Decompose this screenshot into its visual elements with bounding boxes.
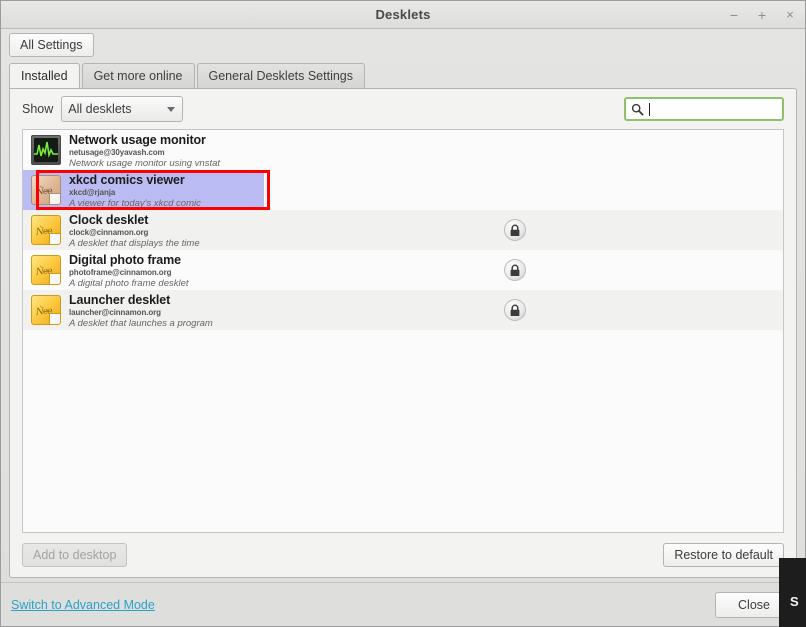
list-item-name: Launcher desklet — [69, 292, 171, 307]
search-box[interactable] — [624, 97, 784, 121]
list-item-text: xkcd comics viewer xkcd@rjanja A viewer … — [69, 172, 773, 209]
list-item-description: A digital photo frame desklet — [69, 277, 189, 289]
list-item-name: Digital photo frame — [69, 252, 181, 267]
add-to-desktop-button[interactable]: Add to desktop — [22, 543, 128, 567]
switch-to-advanced-mode-link[interactable]: Switch to Advanced Mode — [11, 598, 155, 612]
background-window-fragment[interactable]: S — [779, 558, 806, 627]
filter-row: Show All desklets — [10, 89, 796, 129]
show-filter-combobox[interactable]: All desklets — [61, 96, 184, 122]
desklet-icon: Ńe̵e̵ — [31, 255, 61, 285]
background-window-label: S — [790, 594, 799, 609]
list-item-uuid: photoframe@cinnamon.org — [69, 267, 172, 277]
list-item-description: Network usage monitor using vnstat — [69, 157, 221, 169]
list-item-uuid: netusage@30yavash.com — [69, 147, 165, 157]
window-controls: − + × — [727, 1, 797, 28]
list-item-uuid: clock@cinnamon.org — [69, 227, 149, 237]
list-item-description: A viewer for today's xkcd comic — [69, 197, 201, 209]
list-item-selected[interactable]: Ńe̵e̵ xkcd comics viewer xkcd@rjanja A … — [23, 170, 783, 210]
window-title: Desklets — [375, 7, 431, 22]
installed-tab-panel: Show All desklets Network usage monitor … — [9, 88, 797, 578]
minimize-icon[interactable]: − — [727, 8, 741, 22]
list-item-text: Digital photo frame photoframe@cinnamon.… — [69, 252, 773, 289]
desklet-list[interactable]: Network usage monitor netusage@30yavash.… — [22, 129, 784, 533]
chevron-down-icon — [167, 106, 176, 112]
list-item[interactable]: Ńe̵e̵ Digital photo frame photoframe@ci… — [23, 250, 783, 290]
search-icon — [631, 103, 644, 116]
list-item[interactable]: Network usage monitor netusage@30yavash.… — [23, 130, 783, 170]
list-item-text: Network usage monitor netusage@30yavash.… — [69, 132, 773, 169]
search-text-caret — [649, 102, 650, 116]
list-item-name: xkcd comics viewer — [69, 172, 185, 187]
top-toolbar: All Settings — [1, 29, 805, 62]
tab-bar: Installed Get more online General Deskle… — [1, 62, 805, 88]
list-item-text: Clock desklet clock@cinnamon.org A deskl… — [69, 212, 773, 249]
list-item-text: Launcher desklet launcher@cinnamon.org A… — [69, 292, 773, 329]
tab-installed[interactable]: Installed — [9, 63, 80, 88]
desklet-glyph: Ńe̵e̵ — [35, 266, 52, 278]
panel-actions: Add to desktop Restore to default — [10, 533, 796, 577]
window-footer: Switch to Advanced Mode Close — [1, 582, 805, 626]
desklet-glyph: Ńe̵e̵ — [35, 226, 52, 238]
list-item-uuid: launcher@cinnamon.org — [69, 307, 161, 317]
desklet-glyph: Ńe̵e̵ — [35, 306, 52, 318]
xkcd-desklet-icon: Ńe̵e̵ — [31, 175, 61, 205]
show-filter-value: All desklets — [68, 102, 132, 116]
network-monitor-icon — [31, 135, 61, 165]
all-settings-button[interactable]: All Settings — [9, 33, 94, 57]
show-label: Show — [22, 102, 54, 116]
list-item-uuid: xkcd@rjanja — [69, 187, 116, 197]
list-item[interactable]: Ńe̵e̵ Clock desklet clock@cinnamon.org … — [23, 210, 783, 250]
desklets-window: Desklets − + × All Settings Installed Ge… — [0, 0, 806, 627]
desklet-icon: Ńe̵e̵ — [31, 215, 61, 245]
desklet-icon: Ńe̵e̵ — [31, 295, 61, 325]
close-icon[interactable]: × — [783, 8, 797, 22]
list-item[interactable]: Ńe̵e̵ Launcher desklet launcher@cinnamo… — [23, 290, 783, 330]
tab-get-more-online[interactable]: Get more online — [81, 63, 195, 88]
list-item-description: A desklet that displays the time — [69, 237, 200, 249]
list-item-name: Network usage monitor — [69, 132, 206, 147]
list-item-description: A desklet that launches a program — [69, 317, 213, 329]
maximize-icon[interactable]: + — [755, 8, 769, 22]
restore-to-default-button[interactable]: Restore to default — [663, 543, 784, 567]
list-item-name: Clock desklet — [69, 212, 149, 227]
desklet-glyph: Ńe̵e̵ — [35, 186, 52, 198]
tab-general-desklets-settings[interactable]: General Desklets Settings — [196, 63, 366, 88]
title-bar: Desklets − + × — [1, 1, 805, 29]
